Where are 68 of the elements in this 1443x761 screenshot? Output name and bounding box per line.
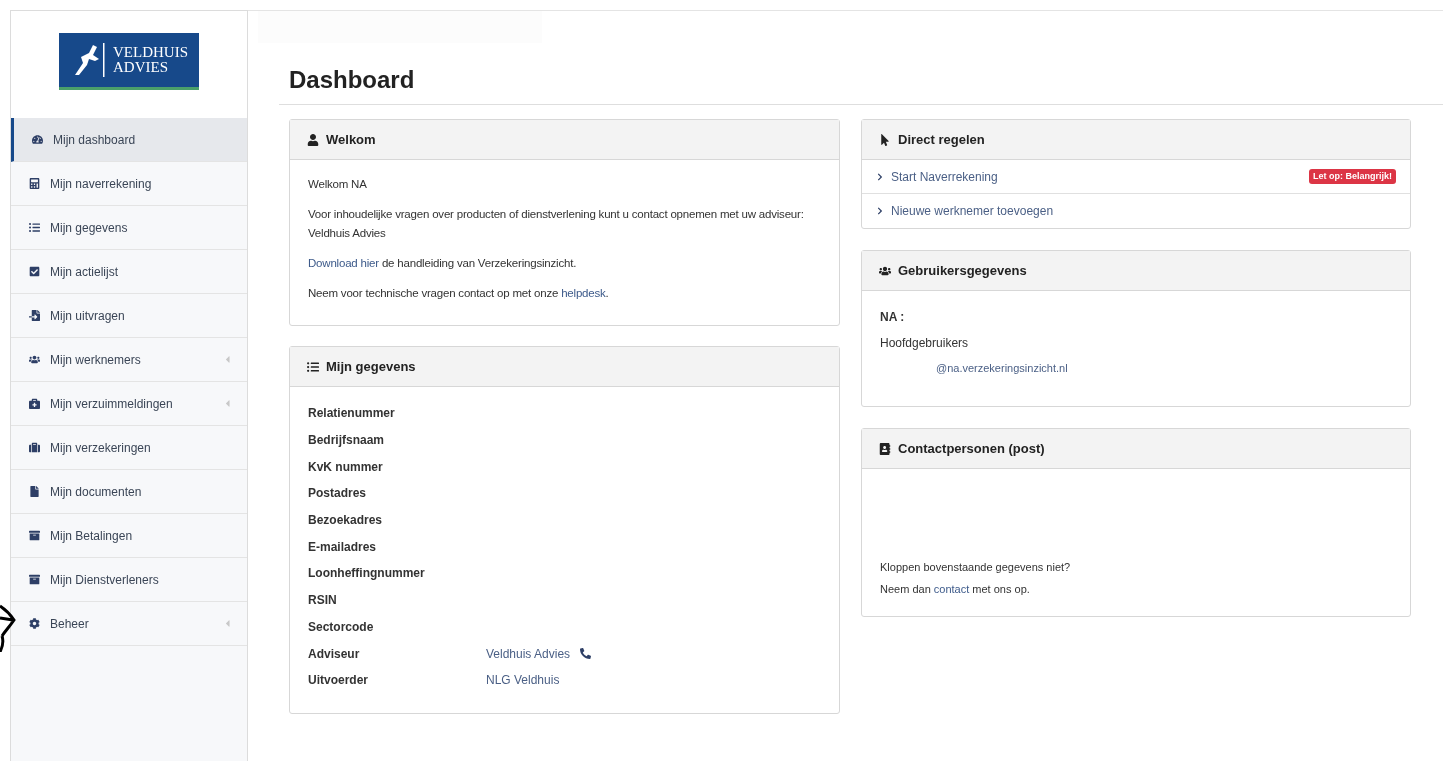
sidebar-item[interactable]: Mijn documenten	[11, 470, 247, 514]
sidebar-item[interactable]: Mijn werknemers	[11, 338, 247, 382]
card-title: Contactpersonen (post)	[898, 439, 1045, 458]
field-label: Relatienummer	[308, 405, 396, 423]
text-link[interactable]: Download hier	[308, 257, 379, 269]
card-title: Gebruikersgegevens	[898, 261, 1027, 280]
users-icon	[29, 354, 40, 365]
user-email: @na.verzekeringsinzicht.nl	[935, 361, 1069, 376]
list-icon	[29, 222, 40, 233]
chevron-icon	[876, 172, 884, 181]
calculator-icon	[29, 178, 40, 189]
sidebar-item[interactable]: Beheer	[11, 602, 247, 646]
paragraph: Neem voor technische vragen contact op met onze helpdesk.	[308, 286, 610, 301]
sidebar-item[interactable]: Mijn verzekeringen	[11, 426, 247, 470]
pointer-icon	[879, 133, 891, 146]
field-label: KvK nummer	[308, 458, 384, 476]
text-link[interactable]: helpdesk	[561, 287, 606, 299]
users-icon	[879, 264, 891, 277]
field-label: Loonheffingnummer	[308, 565, 426, 583]
field-label: Bedrijfsnaam	[308, 432, 386, 450]
sidebar-item[interactable]: Mijn dashboard	[11, 118, 247, 162]
field-label: E-mailadres	[308, 538, 378, 556]
field-label: Uitvoerder	[308, 672, 370, 690]
medical-case-icon	[29, 398, 40, 409]
field-label: Sectorcode	[308, 618, 375, 636]
paragraph: Welkom NA	[308, 177, 368, 192]
settings-icon	[29, 618, 40, 629]
field-label: Adviseur	[308, 645, 361, 663]
field-label: RSIN	[308, 592, 338, 610]
sidebar-item[interactable]: Mijn Dienstverleners	[11, 558, 247, 602]
logo-text: ADVIES	[113, 60, 169, 75]
logo-text: VELDHUIS	[113, 45, 188, 60]
sidebar-item[interactable]: Mijn Betalingen	[11, 514, 247, 558]
address-book-icon	[879, 442, 891, 455]
suitcase-icon	[29, 442, 40, 453]
action-link[interactable]: Start Naverrekening	[891, 167, 1302, 186]
dashboard-icon	[32, 134, 43, 145]
action-link[interactable]: Nieuwe werknemer toevoegen	[891, 202, 1396, 220]
card-title: Mijn gegevens	[326, 357, 416, 376]
paragraph: Download hier de handleiding van Verzekeringsinzicht.	[308, 256, 578, 271]
phone-icon[interactable]	[580, 648, 592, 660]
sidebar-item[interactable]: Mijn actielijst	[11, 250, 247, 294]
warning-badge: Let op: Belangrijk!	[1309, 168, 1396, 185]
field-label: Postadres	[308, 485, 368, 503]
card-title: Welkom	[326, 130, 376, 149]
text-link[interactable]: contact	[933, 582, 970, 595]
file-import-icon	[29, 310, 40, 321]
user-icon	[307, 133, 319, 146]
archive-icon	[29, 530, 40, 541]
sidebar-item[interactable]: Mijn naverrekening	[11, 162, 247, 206]
sidebar-item[interactable]: Mijn gegevens	[11, 206, 247, 250]
page-title: Dashboard	[289, 65, 416, 95]
list-icon	[307, 360, 319, 373]
user-name: NA :	[880, 309, 906, 326]
archive-icon	[29, 574, 40, 585]
sidebar-item[interactable]: Mijn uitvragen	[11, 294, 247, 338]
user-role: Hoofdgebruikers	[880, 335, 970, 352]
file-icon	[29, 486, 40, 497]
chevron-icon	[876, 207, 884, 215]
sidebar-item[interactable]: Mijn verzuimmeldingen	[11, 382, 247, 426]
field-value-link[interactable]: NLG Veldhuis	[486, 671, 560, 690]
paragraph: Neem dan contact met ons op.	[880, 581, 1031, 597]
field-value-link[interactable]: Veldhuis Advies	[486, 644, 571, 663]
paragraph: Voor inhoudelijke vragen over producten of dienstverlening kunt u contact opnemen met uw adviseur: Veldhuis Advies	[308, 207, 805, 241]
paragraph: Kloppen bovenstaande gegevens niet?	[880, 560, 1072, 575]
field-label: Bezoekadres	[308, 512, 384, 530]
card-title: Direct regelen	[898, 130, 985, 149]
checkbox-icon	[29, 266, 40, 277]
